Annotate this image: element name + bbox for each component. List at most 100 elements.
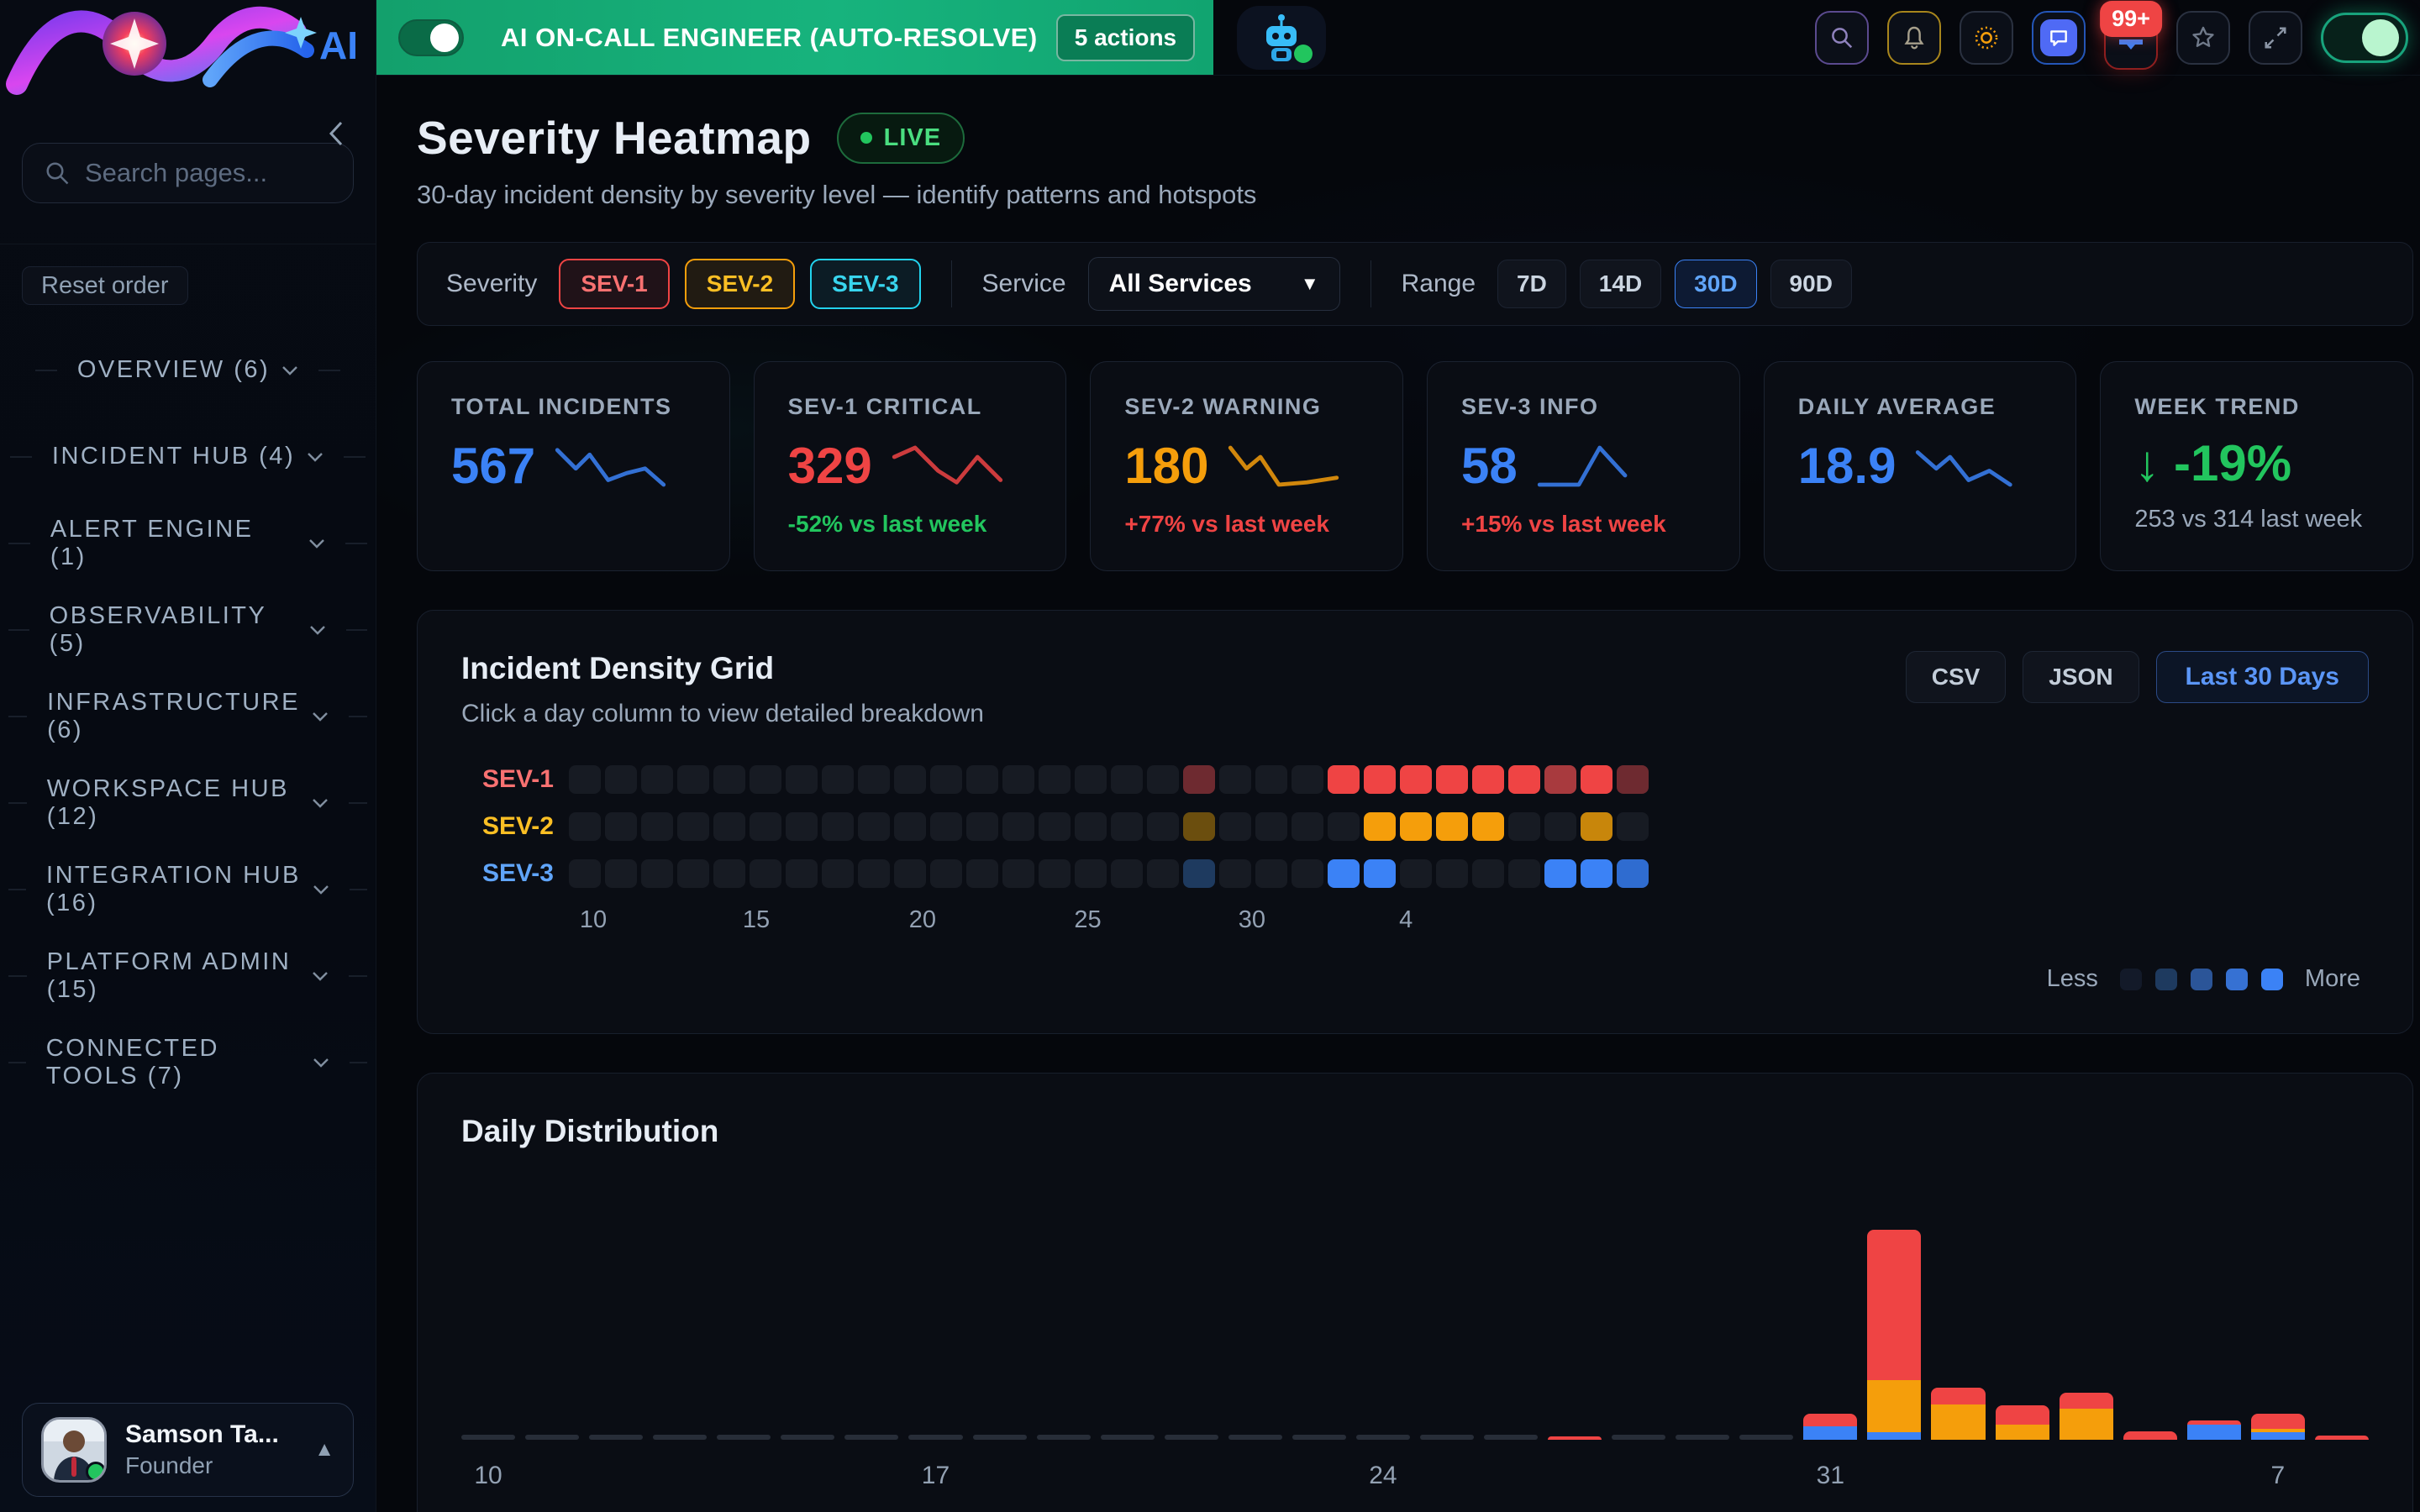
distribution-bar-day-24[interactable] <box>1356 1230 1410 1440</box>
heatmap-cell[interactable] <box>1400 765 1432 794</box>
heatmap-cell[interactable] <box>1147 812 1179 841</box>
distribution-bar-day-18[interactable] <box>973 1230 1027 1440</box>
heatmap-cell[interactable] <box>1617 812 1649 841</box>
heatmap-cell[interactable] <box>894 859 926 888</box>
heatmap-cell[interactable] <box>1039 859 1071 888</box>
distribution-bar-day-26[interactable] <box>1484 1230 1538 1440</box>
heatmap-cell[interactable] <box>1508 765 1540 794</box>
heatmap-cell[interactable] <box>930 765 962 794</box>
distribution-bar-day-23[interactable] <box>1292 1230 1346 1440</box>
heatmap-cell[interactable] <box>1544 812 1576 841</box>
heatmap-cell[interactable] <box>966 812 998 841</box>
heatmap-cell[interactable] <box>1400 859 1432 888</box>
heatmap-cell[interactable] <box>1255 812 1287 841</box>
heatmap-cell[interactable] <box>713 812 745 841</box>
heatmap-cell[interactable] <box>894 812 926 841</box>
range-selector-button[interactable]: Last 30 Days <box>2156 651 2369 703</box>
heatmap-cell[interactable] <box>1183 859 1215 888</box>
heatmap-cell[interactable] <box>1219 859 1251 888</box>
heatmap-cell[interactable] <box>1472 812 1504 841</box>
distribution-bar-day-3[interactable] <box>1996 1230 2049 1440</box>
heatmap-cell[interactable] <box>1436 812 1468 841</box>
heatmap-cell[interactable] <box>569 812 601 841</box>
heatmap-cell[interactable] <box>1472 765 1504 794</box>
heatmap-cell[interactable] <box>1255 765 1287 794</box>
heatmap-cell[interactable] <box>750 859 781 888</box>
distribution-bar-day-16[interactable] <box>844 1230 898 1440</box>
sidebar-item-platform-admin-15[interactable]: PLATFORM ADMIN (15) <box>0 932 376 1019</box>
notifications-button[interactable]: 99+ <box>2104 6 2158 70</box>
sidebar-item-workspace-hub-12[interactable]: WORKSPACE HUB (12) <box>0 759 376 846</box>
range-button-7d[interactable]: 7D <box>1497 260 1566 308</box>
distribution-bar-day-12[interactable] <box>589 1230 643 1440</box>
heatmap-cell[interactable] <box>1183 765 1215 794</box>
power-toggle[interactable] <box>2321 13 2408 63</box>
heatmap-cell[interactable] <box>1472 859 1504 888</box>
distribution-bar-day-19[interactable] <box>1037 1230 1091 1440</box>
distribution-bar-day-17[interactable] <box>908 1230 962 1440</box>
distribution-bar-day-25[interactable] <box>1420 1230 1474 1440</box>
sidebar-item-connected-tools-7[interactable]: CONNECTED TOOLS (7) <box>0 1019 376 1105</box>
heatmap-cell[interactable] <box>966 859 998 888</box>
profile-expand-icon[interactable]: ▲ <box>314 1438 334 1462</box>
heatmap-cell[interactable] <box>605 812 637 841</box>
sidebar-item-infrastructure-6[interactable]: INFRASTRUCTURE (6) <box>0 673 376 759</box>
distribution-bar-day-7[interactable] <box>2251 1230 2305 1440</box>
distribution-bar-day-1[interactable] <box>1867 1230 1921 1440</box>
ai-oncall-toggle[interactable] <box>398 19 464 56</box>
heatmap-cell[interactable] <box>1544 859 1576 888</box>
heatmap-cell[interactable] <box>1111 812 1143 841</box>
distribution-bar-day-29[interactable] <box>1676 1230 1729 1440</box>
heatmap-cell[interactable] <box>1328 765 1360 794</box>
heatmap-cell[interactable] <box>1219 812 1251 841</box>
heatmap-cell[interactable] <box>605 765 637 794</box>
sidebar-item-integration-hub-16[interactable]: INTEGRATION HUB (16) <box>0 846 376 932</box>
theme-toggle-button[interactable] <box>1960 11 2013 65</box>
range-button-14d[interactable]: 14D <box>1580 260 1661 308</box>
heatmap-cell[interactable] <box>677 812 709 841</box>
heatmap-cell[interactable] <box>1364 812 1396 841</box>
heatmap-cell[interactable] <box>569 859 601 888</box>
heatmap-cell[interactable] <box>786 765 818 794</box>
distribution-bar-day-28[interactable] <box>1612 1230 1665 1440</box>
service-select[interactable]: All Services ▼ <box>1088 257 1340 311</box>
heatmap-cell[interactable] <box>1219 765 1251 794</box>
heatmap-cell[interactable] <box>1508 812 1540 841</box>
distribution-bar-day-6[interactable] <box>2187 1230 2241 1440</box>
heatmap-cell[interactable] <box>1581 859 1612 888</box>
heatmap-cell[interactable] <box>1292 812 1323 841</box>
heatmap-cell[interactable] <box>930 859 962 888</box>
heatmap-cell[interactable] <box>1617 765 1649 794</box>
heatmap-cell[interactable] <box>1292 765 1323 794</box>
heatmap-cell[interactable] <box>822 812 854 841</box>
heatmap-cell[interactable] <box>1508 859 1540 888</box>
chat-button[interactable] <box>2032 11 2086 65</box>
export-json-button[interactable]: JSON <box>2023 651 2139 703</box>
heatmap-cell[interactable] <box>1581 812 1612 841</box>
heatmap-cell[interactable] <box>894 765 926 794</box>
distribution-bar-day-27[interactable] <box>1548 1230 1602 1440</box>
heatmap-cell[interactable] <box>677 859 709 888</box>
range-button-90d[interactable]: 90D <box>1770 260 1852 308</box>
heatmap-cell[interactable] <box>1002 859 1034 888</box>
sidebar-collapse-icon[interactable] <box>327 119 345 148</box>
distribution-bar-day-2[interactable] <box>1931 1230 1985 1440</box>
distribution-bar-day-20[interactable] <box>1101 1230 1155 1440</box>
distribution-bar-day-4[interactable] <box>2060 1230 2113 1440</box>
heatmap-cell[interactable] <box>1581 765 1612 794</box>
heatmap-cell[interactable] <box>1002 812 1034 841</box>
heatmap-cell[interactable] <box>750 765 781 794</box>
alerts-button[interactable] <box>1887 11 1941 65</box>
heatmap-cell[interactable] <box>1400 812 1432 841</box>
heatmap-cell[interactable] <box>1436 859 1468 888</box>
distribution-bar-day-11[interactable] <box>525 1230 579 1440</box>
distribution-bar-day-22[interactable] <box>1228 1230 1282 1440</box>
heatmap-cell[interactable] <box>1255 859 1287 888</box>
search-button[interactable] <box>1815 11 1869 65</box>
heatmap-cell[interactable] <box>1364 859 1396 888</box>
ai-assistant-button[interactable] <box>1237 6 1326 70</box>
heatmap-cell[interactable] <box>641 765 673 794</box>
heatmap-cell[interactable] <box>1075 812 1107 841</box>
fullscreen-button[interactable] <box>2249 11 2302 65</box>
severity-chip-sev-1[interactable]: SEV-1 <box>559 259 669 309</box>
